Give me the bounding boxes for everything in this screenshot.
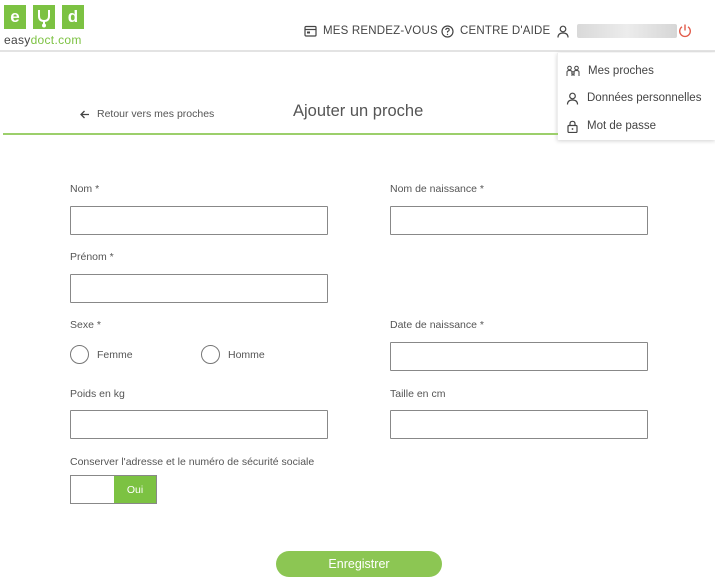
logout-power-icon[interactable] [677,23,693,39]
user-dropdown-menu: Mes proches Données personnelles Mot de … [557,53,715,140]
menu-item-donnees-personnelles[interactable]: Données personnelles [566,88,701,108]
taille-input[interactable] [390,410,648,439]
poids-label: Poids en kg [70,388,125,400]
menu-item-label: Mes proches [588,65,654,77]
nav-centre-aide[interactable]: CENTRE D'AIDE [441,18,550,44]
nav-rendez-vous-label: MES RENDEZ-VOUS [323,25,438,37]
toggle-on-side[interactable]: Oui [114,476,156,503]
nom-label: Nom * [70,183,100,195]
menu-item-label: Mot de passe [587,120,657,132]
page-title: Ajouter un proche [293,102,424,120]
taille-label: Taille en cm [390,388,446,400]
save-button[interactable]: Enregistrer [276,551,442,577]
family-icon [566,65,580,76]
sexe-label: Sexe * [70,319,101,331]
logo-name-suffix: .com [54,33,82,47]
prenom-input[interactable] [70,274,328,303]
nom-input[interactable] [70,206,328,235]
back-link[interactable]: Retour vers mes proches [80,108,214,120]
logo-letter-e: e [4,5,26,29]
logo-wordmark: easydoct.com [4,33,82,47]
help-circle-icon [441,24,454,38]
toggle-off-side[interactable] [71,476,114,503]
date-naissance-label: Date de naissance * [390,319,484,331]
radio-femme[interactable]: Femme [70,345,133,364]
logo-name-accent: doct [30,33,55,47]
easydoct-logo[interactable]: e d easydoct.com [4,5,88,47]
menu-item-mes-proches[interactable]: Mes proches [566,61,654,81]
conserver-label: Conserver l'adresse et le numéro de sécu… [70,456,315,468]
person-icon [566,92,579,105]
stethoscope-icon [33,5,55,29]
menu-item-mot-de-passe[interactable]: Mot de passe [566,116,656,136]
nom-naissance-input[interactable] [390,206,648,235]
date-naissance-input[interactable] [390,342,648,371]
arrow-left-icon [80,110,89,118]
nav-mes-rendez-vous[interactable]: MES RENDEZ-VOUS [304,18,438,44]
radio-homme-label: Homme [228,348,265,361]
lock-icon [567,120,578,133]
title-divider [3,133,558,135]
top-header: e d easydoct.com MES RENDEZ-VOUS CENTRE … [0,0,715,52]
radio-circle-homme[interactable] [201,345,220,364]
logo-name-prefix: easy [4,33,31,47]
user-name-redacted [577,24,677,38]
radio-circle-femme[interactable] [70,345,89,364]
calendar-icon [304,25,317,37]
nav-aide-label: CENTRE D'AIDE [460,25,551,37]
user-icon [557,25,569,38]
logo-letter-d: d [62,5,84,29]
menu-item-label: Données personnelles [587,92,702,104]
prenom-label: Prénom * [70,251,114,263]
poids-input[interactable] [70,410,328,439]
user-menu-button[interactable] [557,18,677,44]
back-link-label: Retour vers mes proches [97,108,215,120]
radio-homme[interactable]: Homme [201,345,265,364]
conserver-toggle[interactable]: Oui [70,475,157,504]
radio-femme-label: Femme [97,348,133,361]
nom-naissance-label: Nom de naissance * [390,183,484,195]
